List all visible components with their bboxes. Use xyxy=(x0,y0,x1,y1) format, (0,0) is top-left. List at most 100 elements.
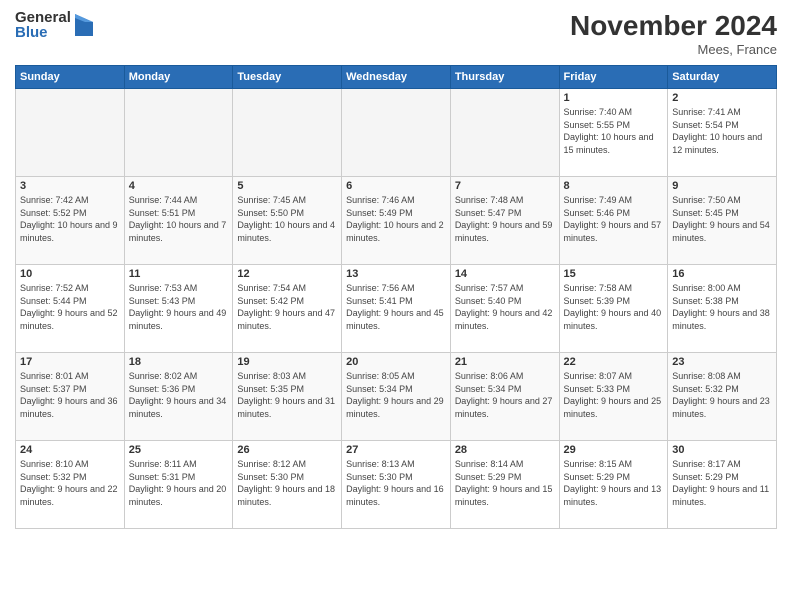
calendar-cell xyxy=(16,89,125,177)
calendar-cell: 11 Sunrise: 7:53 AMSunset: 5:43 PMDayligh… xyxy=(124,265,233,353)
day-number: 3 xyxy=(20,180,120,192)
calendar-cell: 21 Sunrise: 8:06 AMSunset: 5:34 PMDayligh… xyxy=(450,353,559,441)
calendar-cell: 4 Sunrise: 7:44 AMSunset: 5:51 PMDaylight… xyxy=(124,177,233,265)
calendar-cell: 30 Sunrise: 8:17 AMSunset: 5:29 PMDayligh… xyxy=(668,441,777,529)
day-number: 10 xyxy=(20,268,120,280)
day-info: Sunrise: 7:48 AMSunset: 5:47 PMDaylight:… xyxy=(455,194,555,244)
location: Mees, France xyxy=(570,42,777,57)
day-info: Sunrise: 8:14 AMSunset: 5:29 PMDaylight:… xyxy=(455,458,555,508)
day-info: Sunrise: 8:02 AMSunset: 5:36 PMDaylight:… xyxy=(129,370,229,420)
day-info: Sunrise: 7:42 AMSunset: 5:52 PMDaylight:… xyxy=(20,194,120,244)
day-number: 14 xyxy=(455,268,555,280)
calendar-cell: 17 Sunrise: 8:01 AMSunset: 5:37 PMDayligh… xyxy=(16,353,125,441)
day-info: Sunrise: 8:07 AMSunset: 5:33 PMDaylight:… xyxy=(564,370,664,420)
calendar-cell: 27 Sunrise: 8:13 AMSunset: 5:30 PMDayligh… xyxy=(342,441,451,529)
week-row-1: 3 Sunrise: 7:42 AMSunset: 5:52 PMDaylight… xyxy=(16,177,777,265)
calendar-cell: 29 Sunrise: 8:15 AMSunset: 5:29 PMDayligh… xyxy=(559,441,668,529)
day-info: Sunrise: 7:50 AMSunset: 5:45 PMDaylight:… xyxy=(672,194,772,244)
day-number: 22 xyxy=(564,356,664,368)
title-block: November 2024 Mees, France xyxy=(570,10,777,57)
day-info: Sunrise: 7:56 AMSunset: 5:41 PMDaylight:… xyxy=(346,282,446,332)
day-number: 19 xyxy=(237,356,337,368)
day-info: Sunrise: 8:11 AMSunset: 5:31 PMDaylight:… xyxy=(129,458,229,508)
calendar-cell: 24Sunrise: 8:10 AMSunset: 5:32 PMDayligh… xyxy=(16,441,125,529)
calendar-cell: 15Sunrise: 7:58 AMSunset: 5:39 PMDayligh… xyxy=(559,265,668,353)
header-saturday: Saturday xyxy=(668,66,777,89)
calendar-cell xyxy=(233,89,342,177)
day-info: Sunrise: 8:12 AMSunset: 5:30 PMDaylight:… xyxy=(237,458,337,508)
day-info: Sunrise: 7:58 AMSunset: 5:39 PMDaylight:… xyxy=(564,282,664,332)
calendar-cell: 9 Sunrise: 7:50 AMSunset: 5:45 PMDaylight… xyxy=(668,177,777,265)
day-info: Sunrise: 8:01 AMSunset: 5:37 PMDaylight:… xyxy=(20,370,120,420)
calendar-cell: 25 Sunrise: 8:11 AMSunset: 5:31 PMDayligh… xyxy=(124,441,233,529)
week-row-3: 17 Sunrise: 8:01 AMSunset: 5:37 PMDayligh… xyxy=(16,353,777,441)
day-info: Sunrise: 7:53 AMSunset: 5:43 PMDaylight:… xyxy=(129,282,229,332)
week-row-4: 24Sunrise: 8:10 AMSunset: 5:32 PMDayligh… xyxy=(16,441,777,529)
day-info: Sunrise: 7:52 AMSunset: 5:44 PMDaylight:… xyxy=(20,282,120,332)
day-number: 27 xyxy=(346,444,446,456)
week-row-2: 10 Sunrise: 7:52 AMSunset: 5:44 PMDayligh… xyxy=(16,265,777,353)
calendar-cell: 3 Sunrise: 7:42 AMSunset: 5:52 PMDaylight… xyxy=(16,177,125,265)
day-number: 21 xyxy=(455,356,555,368)
day-number: 5 xyxy=(237,180,337,192)
calendar-cell: 5 Sunrise: 7:45 AMSunset: 5:50 PMDaylight… xyxy=(233,177,342,265)
logo-text: General Blue xyxy=(15,10,71,40)
day-number: 1 xyxy=(564,92,664,104)
header-friday: Friday xyxy=(559,66,668,89)
logo-blue: Blue xyxy=(15,25,71,40)
day-number: 8 xyxy=(564,180,664,192)
day-number: 12 xyxy=(237,268,337,280)
calendar-cell: 28 Sunrise: 8:14 AMSunset: 5:29 PMDayligh… xyxy=(450,441,559,529)
day-number: 28 xyxy=(455,444,555,456)
day-number: 25 xyxy=(129,444,229,456)
calendar-cell: 13Sunrise: 7:56 AMSunset: 5:41 PMDayligh… xyxy=(342,265,451,353)
logo: General Blue xyxy=(15,10,93,40)
day-info: Sunrise: 8:13 AMSunset: 5:30 PMDaylight:… xyxy=(346,458,446,508)
calendar-cell: 7 Sunrise: 7:48 AMSunset: 5:47 PMDaylight… xyxy=(450,177,559,265)
day-info: Sunrise: 8:06 AMSunset: 5:34 PMDaylight:… xyxy=(455,370,555,420)
day-info: Sunrise: 7:44 AMSunset: 5:51 PMDaylight:… xyxy=(129,194,229,244)
calendar-cell: 1Sunrise: 7:40 AMSunset: 5:55 PMDaylight… xyxy=(559,89,668,177)
calendar-cell: 23Sunrise: 8:08 AMSunset: 5:32 PMDayligh… xyxy=(668,353,777,441)
day-info: Sunrise: 7:45 AMSunset: 5:50 PMDaylight:… xyxy=(237,194,337,244)
calendar-cell: 10 Sunrise: 7:52 AMSunset: 5:44 PMDayligh… xyxy=(16,265,125,353)
calendar-cell: 18Sunrise: 8:02 AMSunset: 5:36 PMDayligh… xyxy=(124,353,233,441)
day-info: Sunrise: 8:05 AMSunset: 5:34 PMDaylight:… xyxy=(346,370,446,420)
calendar-table: Sunday Monday Tuesday Wednesday Thursday… xyxy=(15,65,777,529)
day-number: 9 xyxy=(672,180,772,192)
header-sunday: Sunday xyxy=(16,66,125,89)
calendar-cell: 20Sunrise: 8:05 AMSunset: 5:34 PMDayligh… xyxy=(342,353,451,441)
week-row-0: 1Sunrise: 7:40 AMSunset: 5:55 PMDaylight… xyxy=(16,89,777,177)
day-number: 29 xyxy=(564,444,664,456)
day-info: Sunrise: 8:15 AMSunset: 5:29 PMDaylight:… xyxy=(564,458,664,508)
calendar-cell: 22 Sunrise: 8:07 AMSunset: 5:33 PMDayligh… xyxy=(559,353,668,441)
day-number: 16 xyxy=(672,268,772,280)
calendar-cell: 19 Sunrise: 8:03 AMSunset: 5:35 PMDayligh… xyxy=(233,353,342,441)
day-number: 2 xyxy=(672,92,772,104)
header-monday: Monday xyxy=(124,66,233,89)
day-number: 11 xyxy=(129,268,229,280)
day-number: 17 xyxy=(20,356,120,368)
day-info: Sunrise: 8:03 AMSunset: 5:35 PMDaylight:… xyxy=(237,370,337,420)
day-info: Sunrise: 8:10 AMSunset: 5:32 PMDaylight:… xyxy=(20,458,120,508)
day-info: Sunrise: 7:46 AMSunset: 5:49 PMDaylight:… xyxy=(346,194,446,244)
day-number: 4 xyxy=(129,180,229,192)
day-info: Sunrise: 8:08 AMSunset: 5:32 PMDaylight:… xyxy=(672,370,772,420)
day-number: 30 xyxy=(672,444,772,456)
month-title: November 2024 xyxy=(570,10,777,42)
day-info: Sunrise: 7:54 AMSunset: 5:42 PMDaylight:… xyxy=(237,282,337,332)
calendar-cell: 26Sunrise: 8:12 AMSunset: 5:30 PMDayligh… xyxy=(233,441,342,529)
logo-icon xyxy=(75,14,93,36)
day-info: Sunrise: 8:17 AMSunset: 5:29 PMDaylight:… xyxy=(672,458,772,508)
header-tuesday: Tuesday xyxy=(233,66,342,89)
header-wednesday: Wednesday xyxy=(342,66,451,89)
calendar-cell: 8Sunrise: 7:49 AMSunset: 5:46 PMDaylight… xyxy=(559,177,668,265)
calendar-cell: 2Sunrise: 7:41 AMSunset: 5:54 PMDaylight… xyxy=(668,89,777,177)
calendar-cell: 12 Sunrise: 7:54 AMSunset: 5:42 PMDayligh… xyxy=(233,265,342,353)
calendar-cell xyxy=(342,89,451,177)
calendar-cell: 6Sunrise: 7:46 AMSunset: 5:49 PMDaylight… xyxy=(342,177,451,265)
day-info: Sunrise: 7:57 AMSunset: 5:40 PMDaylight:… xyxy=(455,282,555,332)
calendar-header-row: Sunday Monday Tuesday Wednesday Thursday… xyxy=(16,66,777,89)
day-info: Sunrise: 8:00 AMSunset: 5:38 PMDaylight:… xyxy=(672,282,772,332)
day-number: 7 xyxy=(455,180,555,192)
